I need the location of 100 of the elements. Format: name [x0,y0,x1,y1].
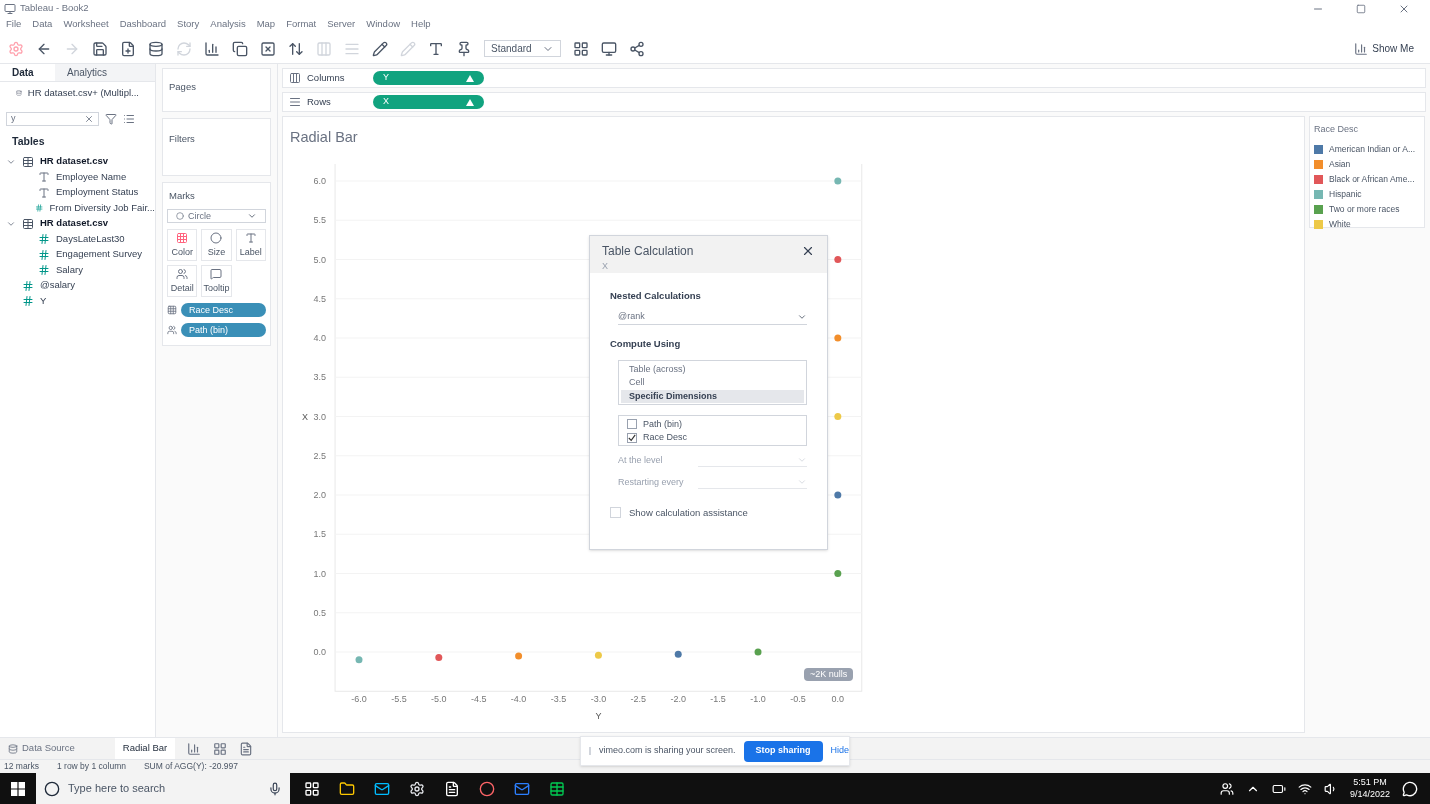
mail-icon[interactable] [374,780,390,797]
taskbar-search-field[interactable]: Type here to search [36,773,290,804]
checkbox[interactable] [627,432,637,443]
new-worksheet-icon[interactable] [204,40,220,57]
data-source-name[interactable]: HR dataset.csv+ (Multipl... [27,85,139,101]
y-tick-label: 0.5 [313,607,326,618]
menu-item[interactable]: Data [32,17,53,32]
checkbox[interactable] [627,419,637,430]
number-icon [35,202,44,214]
new-sheet-icon[interactable] [187,741,202,756]
legend-item[interactable]: American Indian or A... [1329,143,1415,156]
search-field[interactable]: y [6,112,99,126]
pane-tab[interactable]: Analytics [55,64,155,81]
marks-button[interactable]: Color [167,229,198,262]
sheet-tab[interactable]: Data Source [0,738,83,759]
document-icon[interactable] [444,780,460,797]
field-item[interactable]: Y [40,293,47,309]
legend-item[interactable]: Black or African Ame... [1329,173,1415,186]
new-dashboard-icon[interactable] [213,741,228,756]
start-icon[interactable] [11,781,25,796]
field-item[interactable]: @salary [40,278,75,293]
menu-item[interactable]: Server [327,17,356,32]
view-options-icon[interactable] [123,113,135,125]
save-icon[interactable] [92,40,108,57]
hide-link[interactable]: Hide [830,744,850,758]
marks-button[interactable]: Size [201,229,232,262]
data-point[interactable] [834,491,842,499]
field-item[interactable]: HR dataset.csv [40,154,109,169]
restore-icon[interactable] [1356,3,1366,14]
share-icon[interactable] [629,40,645,57]
highlight-icon[interactable] [372,40,388,57]
y-tick-label: 2.5 [313,450,326,461]
notifications-icon[interactable] [1402,780,1418,797]
menu-item[interactable]: Map [256,17,276,32]
data-point[interactable] [435,654,443,661]
folder-icon[interactable] [339,780,355,797]
microphone-icon[interactable] [268,781,282,796]
stop-sharing-button[interactable]: Stop sharing [743,740,823,762]
y-axis-title: X [302,412,308,422]
list-option[interactable]: Table (across) [621,362,804,376]
list-option[interactable]: Specific Dimensions [621,389,804,403]
legend-item[interactable]: White [1329,218,1351,231]
menu-item[interactable]: Dashboard [119,17,167,32]
clock-time[interactable]: 5:51 PM [1353,777,1387,789]
clear-sheet-icon[interactable] [260,40,276,57]
show-me-button[interactable]: Show Me [1354,41,1414,56]
menu-item[interactable]: Story [177,17,200,32]
menu-item[interactable]: File [6,17,22,32]
clock-date[interactable]: 9/14/2022 [1349,788,1390,800]
marks-button[interactable]: Detail [167,265,198,298]
presentation-icon[interactable] [601,40,617,57]
checkbox[interactable] [610,507,621,519]
spreadsheet-icon[interactable] [549,780,565,797]
swap-icon[interactable] [288,40,304,57]
sheet-tab[interactable]: Radial Bar [114,738,176,759]
field-item[interactable]: Salary [56,262,83,278]
data-point[interactable] [834,256,842,263]
x-tick-label: -1.5 [710,694,726,704]
labels-icon[interactable] [428,40,444,57]
mark-type-dropdown[interactable]: Circle [167,209,266,224]
field-pill[interactable]: Race Desc [181,303,266,318]
field-item[interactable]: Employee Name [56,169,127,185]
field-item[interactable]: Employment Status [56,185,139,200]
clear-icon[interactable] [84,114,94,124]
marks-button[interactable]: Label [235,229,266,262]
data-point[interactable] [834,570,842,577]
people-icon[interactable] [1219,781,1234,796]
legend-item[interactable]: Asian [1329,158,1351,171]
field-item[interactable]: HR dataset.csv [40,216,109,231]
nested-calculation-dropdown[interactable]: @rank [618,309,807,326]
data-source-icon[interactable] [148,40,164,57]
marks-button[interactable]: Tooltip [201,265,232,298]
field-item[interactable]: Engagement Survey [56,247,143,262]
pin-icon[interactable] [456,40,472,57]
new-data-source-icon[interactable] [120,40,136,57]
menu-item[interactable]: Analysis [210,17,246,32]
cards-icon[interactable] [573,40,589,57]
detail-icon [176,267,189,280]
field-item[interactable]: DaysLateLast30 [56,231,125,247]
menu-item[interactable]: Help [411,17,431,32]
browser-icon[interactable] [479,780,495,797]
data-point[interactable] [754,648,762,656]
close-icon[interactable] [801,244,815,258]
menu-item[interactable]: Format [286,17,317,32]
fit-dropdown[interactable]: Standard [484,40,561,57]
task-view-icon[interactable] [304,780,320,797]
wifi-icon[interactable] [1297,781,1312,796]
field-label: Compute Using [610,337,682,352]
legend-item[interactable]: Hispanic [1329,188,1362,201]
duplicate-icon[interactable] [232,40,248,57]
field-item[interactable]: From Diversity Job Fair... [49,200,155,216]
legend-item[interactable]: Two or more races [1329,203,1400,216]
field-pill[interactable]: Path (bin) [181,323,266,338]
x-tick-label: 0.0 [831,694,845,704]
menu-item[interactable]: Worksheet [63,17,109,32]
menu-item[interactable]: Window [366,17,401,32]
new-story-icon[interactable] [239,741,254,756]
list-option[interactable]: Cell [621,376,804,390]
filter-icon[interactable] [105,113,117,125]
data-point[interactable] [674,650,682,658]
